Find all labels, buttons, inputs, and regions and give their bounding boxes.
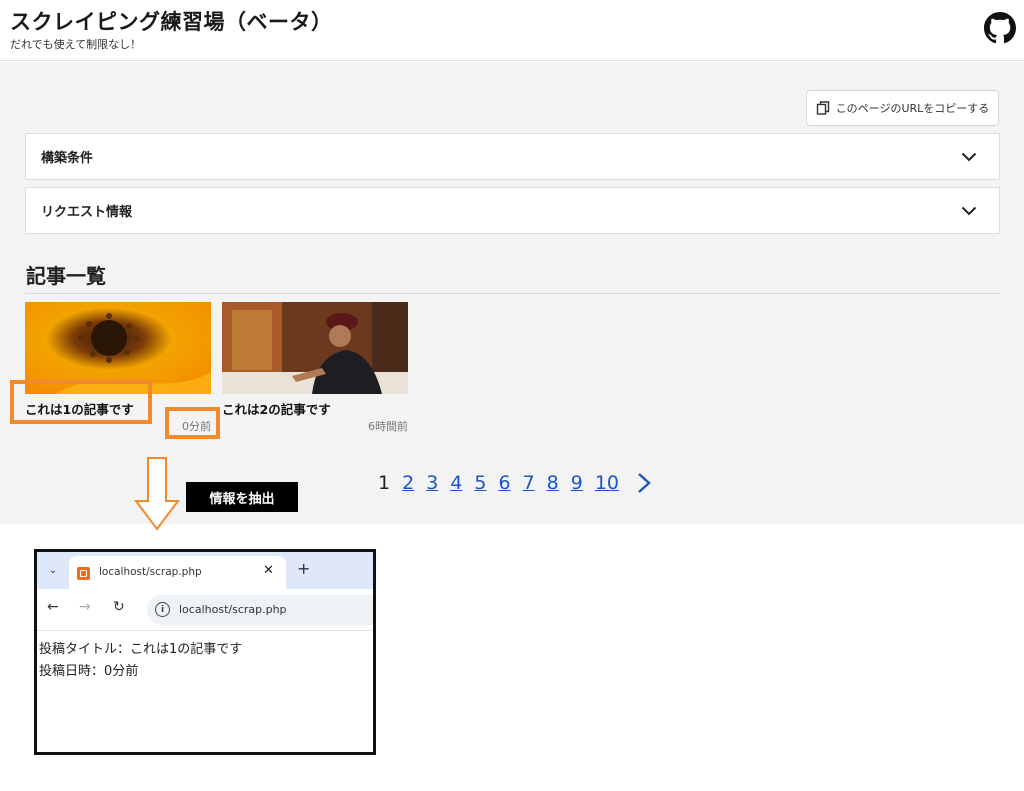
new-tab-icon[interactable]: +	[297, 559, 310, 578]
address-bar[interactable]: i localhost/scrap.php	[147, 595, 373, 625]
github-icon[interactable]	[984, 12, 1016, 44]
reload-icon[interactable]: ↻	[113, 599, 125, 615]
forward-icon[interactable]: →	[79, 599, 91, 615]
chevron-down-icon	[961, 152, 977, 161]
highlight-box-title	[10, 380, 152, 424]
main-content: このページのURLをコピーする 構築条件 リクエスト情報 記事一覧 これは1の記…	[0, 62, 1024, 524]
accordion-build-conditions[interactable]: 構築条件	[25, 133, 1000, 180]
article-title[interactable]: これは2の記事です	[222, 399, 331, 418]
copy-url-button[interactable]: このページのURLをコピーする	[806, 90, 999, 126]
tab-title: localhost/scrap.php	[99, 566, 202, 578]
address-bar-url: localhost/scrap.php	[179, 603, 287, 616]
article-thumbnail[interactable]	[222, 302, 408, 394]
page-link[interactable]: 5	[474, 472, 486, 494]
browser-window: ⌄ localhost/scrap.php ✕ + ← → ↻ i localh…	[34, 549, 376, 755]
back-icon[interactable]: ←	[47, 599, 59, 615]
accordion-request-info[interactable]: リクエスト情報	[25, 187, 1000, 234]
arrow-down-icon	[134, 457, 180, 531]
page-link[interactable]: 3	[426, 472, 438, 494]
copy-url-label: このページのURLをコピーする	[835, 102, 990, 115]
page-link[interactable]: 2	[402, 472, 414, 494]
article-card[interactable]: これは2の記事です 6時間前	[222, 302, 408, 433]
page-output: 投稿タイトル：これは1の記事です 投稿日時：0分前	[39, 639, 242, 683]
site-subtitle: だれでも使えて制限なし！	[10, 38, 142, 51]
page-link[interactable]: 8	[547, 472, 559, 494]
browser-tabbar: ⌄ localhost/scrap.php ✕ +	[37, 552, 373, 589]
info-icon[interactable]: i	[155, 602, 170, 617]
accordion-label: 構築条件	[41, 151, 94, 166]
pagination: 1 2 3 4 5 6 7 8 9 10	[378, 472, 651, 494]
site-title[interactable]: スクレイピング練習場（ベータ）	[10, 6, 333, 36]
page-link[interactable]: 4	[450, 472, 462, 494]
page-link[interactable]: 7	[523, 472, 535, 494]
tab-search-dropdown[interactable]: ⌄	[43, 560, 63, 580]
page-link[interactable]: 10	[595, 472, 619, 494]
highlight-box-time	[165, 407, 220, 439]
browser-tab[interactable]: localhost/scrap.php ✕	[69, 556, 286, 589]
browser-navbar: ← → ↻ i localhost/scrap.php	[37, 589, 373, 631]
close-icon[interactable]: ✕	[263, 563, 274, 578]
accordion-label: リクエスト情報	[41, 205, 133, 220]
article-time: 6時間前	[368, 420, 408, 433]
favicon-icon	[77, 567, 90, 580]
site-header: スクレイピング練習場（ベータ） だれでも使えて制限なし！	[0, 0, 1024, 61]
output-line-title: 投稿タイトル：これは1の記事です	[39, 642, 243, 657]
output-line-date: 投稿日時：0分前	[39, 664, 139, 679]
extract-label: 情報を抽出	[186, 482, 298, 512]
chevron-down-icon	[961, 206, 977, 215]
articles-heading: 記事一覧	[26, 264, 106, 288]
page-link-current: 1	[378, 472, 391, 494]
page-link[interactable]: 9	[571, 472, 583, 494]
page-link[interactable]: 6	[498, 472, 510, 494]
copy-icon	[816, 101, 829, 115]
divider	[25, 293, 1000, 294]
chevron-right-icon[interactable]	[637, 472, 651, 494]
